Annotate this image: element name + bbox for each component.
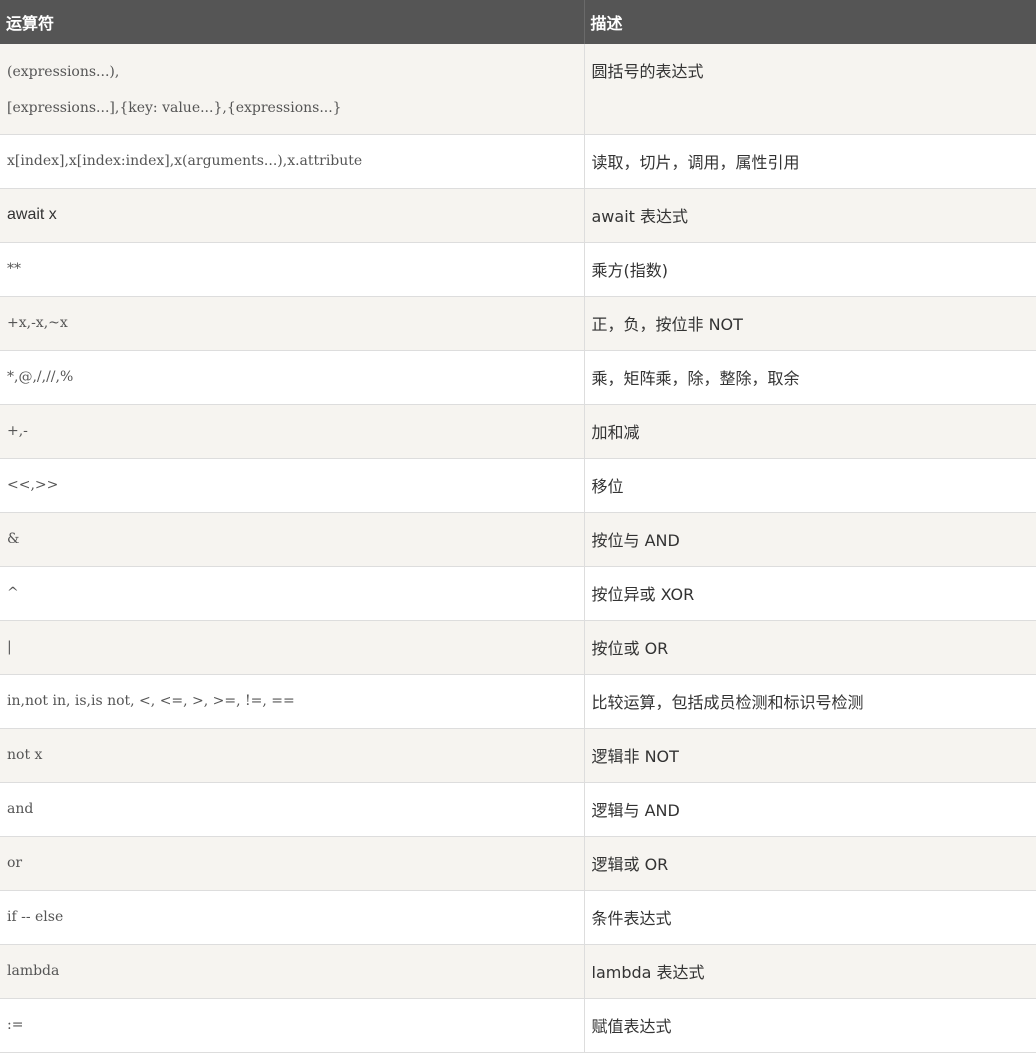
header-operator: 运算符 xyxy=(0,0,585,44)
table-row: ^ 按位异或 XOR xyxy=(0,566,1036,621)
description-cell: 条件表达式 xyxy=(584,890,1036,945)
header-description: 描述 xyxy=(584,0,1036,44)
description-cell: 读取，切片，调用，属性引用 xyxy=(584,134,1036,189)
table-row: & 按位与 AND xyxy=(0,512,1036,567)
operator-cell: & xyxy=(0,512,585,567)
description-cell: await 表达式 xyxy=(584,188,1036,243)
table-row: (expressions...), [expressions...],{key:… xyxy=(0,44,1036,135)
description-cell: 逻辑非 NOT xyxy=(584,728,1036,783)
table-row: lambda lambda 表达式 xyxy=(0,944,1036,999)
operator-cell: or xyxy=(0,836,585,891)
description-cell: 赋值表达式 xyxy=(584,998,1036,1053)
description-cell: 按位或 OR xyxy=(584,620,1036,675)
description-cell: 正，负，按位非 NOT xyxy=(584,296,1036,351)
operator-line: (expressions...), xyxy=(7,64,120,80)
operator-cell: *,@,/,//,% xyxy=(0,350,585,405)
table-row: in,not in, is,is not, <, <=, >, >=, !=, … xyxy=(0,674,1036,729)
operator-cell: | xyxy=(0,620,585,675)
description-cell: 移位 xyxy=(584,458,1036,513)
description-cell: 按位异或 XOR xyxy=(584,566,1036,621)
operator-precedence-table: 运算符 描述 (expressions...), [expressions...… xyxy=(0,0,1036,1053)
operator-cell: (expressions...), [expressions...],{key:… xyxy=(0,44,585,135)
table-row: or 逻辑或 OR xyxy=(0,836,1036,891)
table-row: if -- else 条件表达式 xyxy=(0,890,1036,945)
table-header-row: 运算符 描述 xyxy=(0,0,1036,44)
table-row: +x,-x,~x 正，负，按位非 NOT xyxy=(0,296,1036,351)
table-row: +,- 加和减 xyxy=(0,404,1036,459)
operator-cell: +,- xyxy=(0,404,585,459)
operator-cell: in,not in, is,is not, <, <=, >, >=, !=, … xyxy=(0,674,585,729)
description-cell: 圆括号的表达式 xyxy=(584,44,1036,135)
operator-cell: ^ xyxy=(0,566,585,621)
description-cell: 加和减 xyxy=(584,404,1036,459)
table-row: and 逻辑与 AND xyxy=(0,782,1036,837)
table-row: := 赋值表达式 xyxy=(0,998,1036,1053)
operator-cell: not x xyxy=(0,728,585,783)
description-cell: 乘方(指数) xyxy=(584,242,1036,297)
description-cell: 乘，矩阵乘，除，整除，取余 xyxy=(584,350,1036,405)
operator-line: [expressions...],{key: value...},{expres… xyxy=(7,100,342,116)
operator-cell: ** xyxy=(0,242,585,297)
table-row: not x 逻辑非 NOT xyxy=(0,728,1036,783)
operator-cell: <<,>> xyxy=(0,458,585,513)
operator-cell: if -- else xyxy=(0,890,585,945)
description-cell: 逻辑或 OR xyxy=(584,836,1036,891)
operator-cell: lambda xyxy=(0,944,585,999)
operator-cell: +x,-x,~x xyxy=(0,296,585,351)
table-row: await x await 表达式 xyxy=(0,188,1036,243)
description-cell: 比较运算，包括成员检测和标识号检测 xyxy=(584,674,1036,729)
operator-cell: x[index],x[index:index],x(arguments...),… xyxy=(0,134,585,189)
operator-cell: await x xyxy=(0,188,585,243)
table-row: *,@,/,//,% 乘，矩阵乘，除，整除，取余 xyxy=(0,350,1036,405)
table-row: ** 乘方(指数) xyxy=(0,242,1036,297)
table-row: | 按位或 OR xyxy=(0,620,1036,675)
table-row: x[index],x[index:index],x(arguments...),… xyxy=(0,134,1036,189)
table-row: <<,>> 移位 xyxy=(0,458,1036,513)
operator-cell: := xyxy=(0,998,585,1053)
operator-cell: and xyxy=(0,782,585,837)
description-cell: lambda 表达式 xyxy=(584,944,1036,999)
description-cell: 逻辑与 AND xyxy=(584,782,1036,837)
description-cell: 按位与 AND xyxy=(584,512,1036,567)
